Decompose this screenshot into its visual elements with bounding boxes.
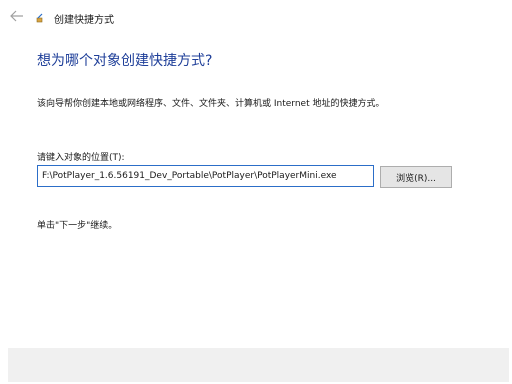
continue-hint: 单击"下一步"继续。 [37,221,118,231]
footer-bar [8,348,509,382]
shortcut-wizard-icon [36,13,43,23]
arrow-left-icon [10,10,23,22]
browse-button[interactable]: 浏览(R)... [380,166,452,188]
location-label: 请键入对象的位置(T): [37,153,125,163]
title-bar: 创建快捷方式 [0,0,512,34]
location-input[interactable] [37,165,374,187]
create-shortcut-wizard: 创建快捷方式 想为哪个对象创建快捷方式? 该向导帮你创建本地或网络程序、文件、文… [0,0,512,384]
page-heading: 想为哪个对象创建快捷方式? [37,53,213,69]
window-title: 创建快捷方式 [54,15,114,26]
wizard-description: 该向导帮你创建本地或网络程序、文件、文件夹、计算机或 Internet 地址的快… [37,99,385,109]
back-button[interactable] [8,8,26,24]
